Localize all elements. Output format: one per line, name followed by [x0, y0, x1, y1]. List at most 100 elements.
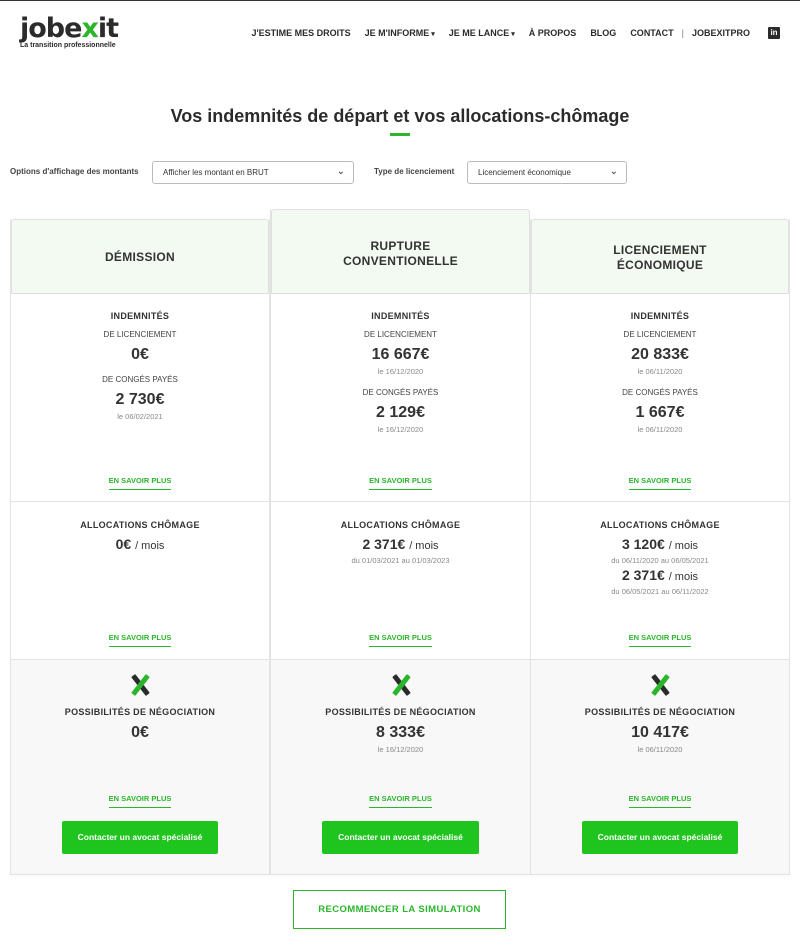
jobexit-x-icon — [649, 674, 671, 696]
unemployment-section: ALLOCATIONS CHÔMAGE 3 120€ / mois du 06/… — [531, 502, 789, 660]
column-economic-dismissal: LICENCIEMENT ÉCONOMIQUE INDEMNITÉS DE LI… — [530, 219, 790, 875]
unemployment-amount: 2 371€ / mois — [362, 536, 439, 552]
indemnities-title: INDEMNITÉS — [371, 311, 430, 321]
negotiation-title: POSSIBILITÉS DE NÉGOCIATION — [325, 707, 476, 717]
jobexit-x-icon — [129, 674, 151, 696]
unemployment-amount-1: 3 120€ / mois — [621, 536, 699, 552]
paid-leave-amount: 1 667€ — [635, 404, 685, 421]
unemployment-section: ALLOCATIONS CHÔMAGE 0€ / mois EN SAVOIR … — [11, 502, 269, 660]
negotiation-amount: 8 333€ — [376, 724, 425, 741]
unemployment-title: ALLOCATIONS CHÔMAGE — [80, 520, 200, 530]
jobexit-x-icon — [390, 674, 412, 696]
table-bottom-border — [10, 874, 790, 875]
unemployment-amount-2: 2 371€ / mois — [621, 567, 699, 583]
nav-item-estimate-rights[interactable]: J'ESTIME MES DROITS — [251, 28, 350, 38]
paid-leave-label: DE CONGÉS PAYÉS — [102, 375, 178, 384]
paid-leave-label: DE CONGÉS PAYÉS — [622, 388, 698, 397]
nav-separator: | — [681, 28, 684, 38]
negotiation-section: POSSIBILITÉS DE NÉGOCIATION 0€ EN SAVOIR… — [11, 660, 269, 875]
severance-amount: 0€ — [131, 346, 149, 363]
severance-label: DE LICENCIEMENT — [364, 330, 437, 339]
column-title-line-2: ÉCONOMIQUE — [616, 258, 704, 272]
chevron-down-icon: ⌄ — [336, 166, 345, 177]
unemployment-period: du 01/03/2021 au 01/03/2023 — [351, 556, 450, 565]
paid-leave-date: le 06/02/2021 — [117, 412, 163, 421]
negotiation-amount: 10 417€ — [631, 724, 689, 741]
severance-date: le 16/12/2020 — [377, 367, 424, 376]
severance-label: DE LICENCIEMENT — [103, 330, 177, 339]
contact-lawyer-button[interactable]: Contacter un avocat spécialisé — [581, 821, 739, 854]
negotiation-title: POSSIBILITÉS DE NÉGOCIATION — [584, 707, 736, 717]
paid-leave-date: le 16/12/2020 — [377, 425, 424, 434]
column-resignation: DÉMISSION INDEMNITÉS DE LICENCIEMENT 0€ … — [10, 219, 270, 875]
severance-date: le 06/11/2020 — [637, 367, 683, 376]
chevron-down-icon: ⌄ — [609, 166, 618, 177]
column-title-line-1: LICENCIEMENT — [613, 243, 707, 257]
unemployment-period-2: du 06/05/2021 au 06/11/2022 — [611, 587, 709, 596]
indemnities-section: INDEMNITÉS DE LICENCIEMENT 16 667€ le 16… — [271, 294, 530, 502]
learn-more-link[interactable]: EN SAVOIR PLUS — [628, 633, 692, 647]
negotiation-section: POSSIBILITÉS DE NÉGOCIATION 10 417€ le 0… — [531, 660, 789, 875]
column-header: DÉMISSION — [11, 219, 269, 294]
page-title: Vos indemnités de départ et vos allocati… — [170, 106, 630, 126]
severance-amount: 16 667€ — [371, 346, 430, 363]
unemployment-amount: 0€ / mois — [115, 536, 165, 552]
indemnities-title: INDEMNITÉS — [630, 311, 690, 321]
learn-more-link[interactable]: EN SAVOIR PLUS — [108, 633, 172, 647]
nav-item-contact[interactable]: CONTACT — [630, 28, 673, 38]
caret-down-icon: ▾ — [431, 31, 435, 38]
unemployment-section: ALLOCATIONS CHÔMAGE 2 371€ / mois du 01/… — [271, 502, 530, 660]
indemnities-section: INDEMNITÉS DE LICENCIEMENT 20 833€ le 06… — [531, 294, 789, 502]
negotiation-amount: 0€ — [131, 724, 149, 741]
negotiation-title: POSSIBILITÉS DE NÉGOCIATION — [64, 707, 216, 717]
logo-tagline: La transition professionnelle — [20, 42, 116, 49]
linkedin-icon[interactable]: in — [768, 27, 780, 39]
column-title: DÉMISSION — [104, 250, 176, 264]
nav-item-jobexitpro[interactable]: JOBEXITPRO — [692, 28, 750, 38]
nav-item-inform[interactable]: JE M'INFORME ▾ — [365, 28, 435, 38]
severance-amount: 20 833€ — [631, 346, 689, 363]
paid-leave-amount: 2 129€ — [376, 404, 425, 421]
column-contractual-termination: RUPTURE CONVENTIONELLE INDEMNITÉS DE LIC… — [270, 209, 530, 875]
learn-more-link[interactable]: EN SAVOIR PLUS — [369, 794, 432, 808]
column-header: LICENCIEMENT ÉCONOMIQUE — [531, 219, 789, 294]
column-title-line-2: CONVENTIONELLE — [343, 254, 458, 268]
learn-more-link[interactable]: EN SAVOIR PLUS — [369, 633, 432, 647]
filters-bar: Options d'affichage des montants Affiche… — [10, 161, 790, 184]
logo[interactable]: jobexit La transition professionnelle — [20, 13, 119, 50]
caret-down-icon: ▾ — [511, 31, 515, 38]
site-header: jobexit La transition professionnelle J'… — [0, 0, 800, 66]
paid-leave-amount: 2 730€ — [115, 391, 165, 408]
learn-more-link[interactable]: EN SAVOIR PLUS — [628, 476, 692, 490]
negotiation-section: POSSIBILITÉS DE NÉGOCIATION 8 333€ le 16… — [271, 660, 530, 875]
learn-more-link[interactable]: EN SAVOIR PLUS — [108, 476, 172, 490]
column-title-line-1: RUPTURE — [370, 239, 431, 253]
nav-item-about[interactable]: À PROPOS — [529, 28, 577, 38]
dismissal-type-label: Type de licenciement — [374, 167, 455, 176]
contact-lawyer-button[interactable]: Contacter un avocat spécialisé — [61, 821, 219, 854]
logo-wordmark: jobexit — [20, 13, 119, 44]
severance-label: DE LICENCIEMENT — [623, 330, 697, 339]
title-underline — [390, 133, 410, 136]
unemployment-period-1: du 06/11/2020 au 06/05/2021 — [611, 556, 709, 565]
restart-simulation-button[interactable]: RECOMMENCER LA SIMULATION — [293, 890, 506, 929]
unemployment-title: ALLOCATIONS CHÔMAGE — [600, 520, 720, 530]
negotiation-date: le 06/11/2020 — [637, 745, 683, 754]
contact-lawyer-button[interactable]: Contacter un avocat spécialisé — [322, 821, 479, 854]
column-header: RUPTURE CONVENTIONELLE — [271, 209, 530, 294]
negotiation-date: le 16/12/2020 — [377, 745, 424, 754]
unemployment-title: ALLOCATIONS CHÔMAGE — [340, 520, 461, 530]
learn-more-link[interactable]: EN SAVOIR PLUS — [108, 794, 172, 808]
main-nav: J'ESTIME MES DROITS JE M'INFORME ▾ JE ME … — [237, 27, 780, 39]
nav-item-blog[interactable]: BLOG — [590, 28, 616, 38]
paid-leave-label: DE CONGÉS PAYÉS — [362, 388, 439, 397]
paid-leave-date: le 06/11/2020 — [637, 425, 683, 434]
nav-item-launch[interactable]: JE ME LANCE ▾ — [449, 28, 515, 38]
indemnities-section: INDEMNITÉS DE LICENCIEMENT 0€ DE CONGÉS … — [11, 294, 269, 502]
learn-more-link[interactable]: EN SAVOIR PLUS — [628, 794, 692, 808]
dismissal-type-select[interactable]: Licenciement économique ⌄ — [467, 161, 627, 184]
display-options-label: Options d'affichage des montants — [10, 167, 139, 176]
learn-more-link[interactable]: EN SAVOIR PLUS — [369, 476, 432, 490]
display-options-select[interactable]: Afficher les montant en BRUT ⌄ — [152, 161, 354, 184]
indemnities-title: INDEMNITÉS — [110, 311, 170, 321]
